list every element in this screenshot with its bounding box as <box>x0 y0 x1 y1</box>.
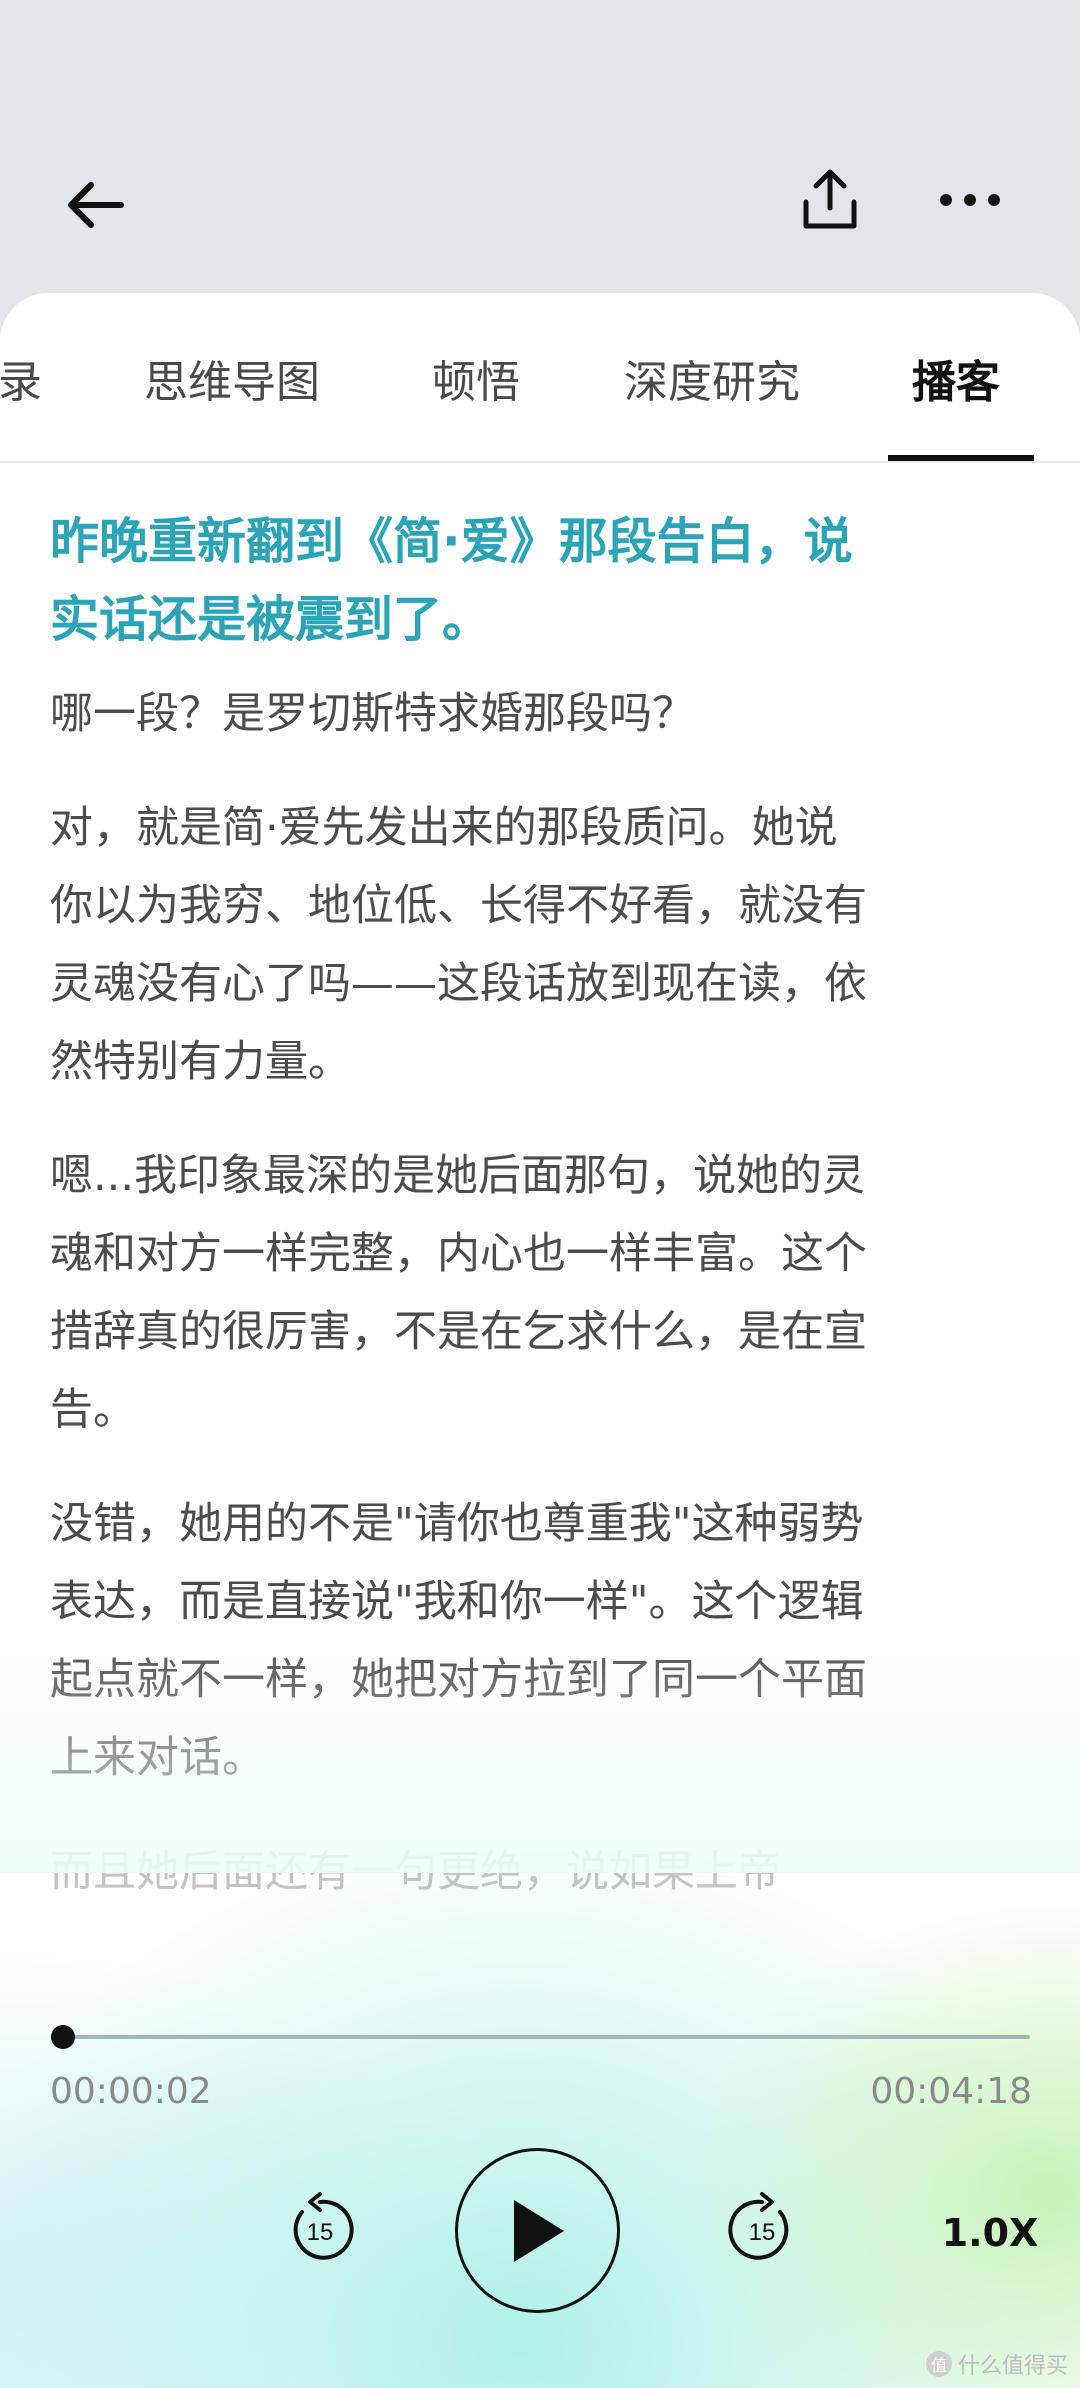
speed-button[interactable]: 1.0X <box>930 2193 1050 2273</box>
total-time: 00:04:18 <box>870 2071 1032 2112</box>
active-tab-indicator <box>888 455 1034 461</box>
current-time: 00:00:02 <box>50 2071 212 2112</box>
transcript: 昨晚重新翻到《简·爱》那段告白，说实话还是被震到了。 哪一段？是罗切斯特求婚那段… <box>50 503 870 1947</box>
rewind-icon: 15 <box>293 2192 354 2260</box>
back-button[interactable] <box>50 160 140 250</box>
transcript-paragraph: 对，就是简·爱先发出来的那段质问。她说你以为我穷、地位低、长得不好看，就没有灵魂… <box>50 803 867 1087</box>
share-button[interactable] <box>780 150 880 250</box>
rewind-15-button[interactable]: 15 <box>280 2190 360 2270</box>
watermark-text: 什么值得买 <box>957 2354 1068 2379</box>
forward-icon: 15 <box>728 2192 789 2260</box>
tab-podcast[interactable]: 播客 <box>912 343 1000 423</box>
audio-player: 00:00:02 00:04:18 15 15 1.0X <box>0 1993 1080 2388</box>
tab-insight[interactable]: 顿悟 <box>432 343 520 423</box>
progress-handle[interactable] <box>50 2025 75 2049</box>
arrow-left-icon <box>68 182 124 228</box>
transcript-title: 昨晚重新翻到《简·爱》那段告白，说实话还是被震到了。 <box>50 513 853 648</box>
transcript-paragraph: 而且她后面还有一句更绝，说如果上帝 <box>50 1847 781 1897</box>
tab-transcript[interactable]: 录 <box>0 343 42 423</box>
rewind-seconds: 15 <box>307 2219 334 2246</box>
forward-seconds: 15 <box>749 2219 776 2246</box>
more-dots-icon <box>940 194 1000 206</box>
watermark-logo: 值 <box>925 2351 952 2377</box>
top-bar <box>0 0 1080 300</box>
progress-track[interactable] <box>55 2035 1030 2039</box>
transcript-paragraph: 没错，她用的不是"请你也尊重我"这种弱势表达，而是直接说"我和你一样"。这个逻辑… <box>50 1499 867 1783</box>
tab-bar: 录 思维导图 顿悟 深度研究 播客 <box>0 293 1080 463</box>
forward-15-button[interactable]: 15 <box>722 2190 802 2270</box>
content-sheet: 录 思维导图 顿悟 深度研究 播客 昨晚重新翻到《简·爱》那段告白，说实话还是被… <box>0 293 1080 2388</box>
watermark: 值 什么值得买 <box>925 2348 1068 2380</box>
tab-mind-map[interactable]: 思维导图 <box>144 343 320 423</box>
tab-deep-research[interactable]: 深度研究 <box>624 343 800 423</box>
play-button[interactable] <box>455 2148 620 2313</box>
share-icon <box>803 169 857 229</box>
play-icon <box>513 2199 564 2262</box>
transcript-paragraph: 哪一段？是罗切斯特求婚那段吗？ <box>50 689 695 739</box>
more-button[interactable] <box>920 150 1020 250</box>
transcript-paragraph: 嗯...我印象最深的是她后面那句，说她的灵魂和对方一样完整，内心也一样丰富。这个… <box>50 1151 867 1435</box>
